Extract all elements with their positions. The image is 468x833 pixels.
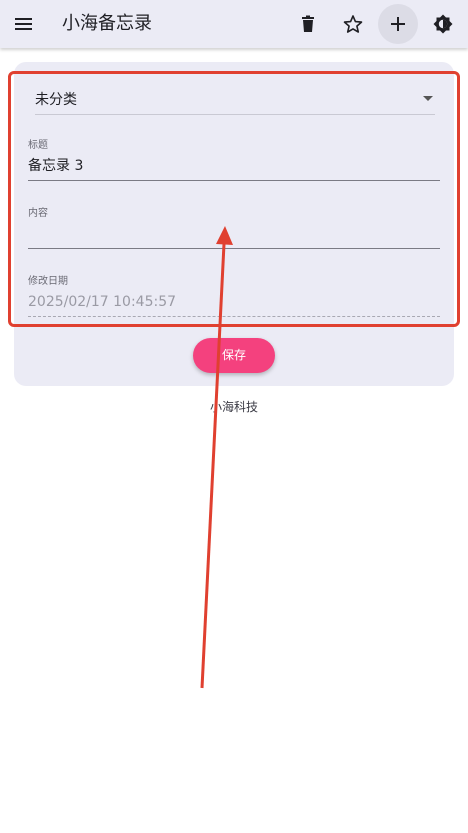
title-input[interactable]: 备忘录 3 — [28, 152, 440, 181]
title-label: 标题 — [28, 140, 48, 151]
add-icon — [391, 17, 405, 31]
category-dropdown[interactable]: 未分类 — [35, 84, 435, 115]
content-input[interactable] — [28, 220, 440, 249]
modified-date-value: 2025/02/17 10:45:57 — [28, 288, 440, 317]
menu-button[interactable] — [14, 14, 34, 34]
menu-icon — [15, 18, 32, 30]
footer-company: 小海科技 — [209, 400, 258, 414]
save-button[interactable]: 保存 — [193, 338, 275, 373]
delete-button[interactable] — [288, 4, 328, 44]
add-button[interactable] — [378, 4, 418, 44]
app-title: 小海备忘录 — [62, 13, 152, 34]
content-label: 内容 — [28, 208, 48, 219]
favorite-button[interactable] — [333, 4, 373, 44]
category-value: 未分类 — [35, 92, 77, 108]
modified-date-label: 修改日期 — [28, 276, 68, 287]
app-bar: 小海备忘录 — [0, 0, 468, 48]
dropdown-arrow-icon — [423, 96, 433, 101]
theme-toggle-button[interactable] — [423, 4, 463, 44]
delete-icon — [302, 15, 314, 32]
brightness-icon — [433, 14, 453, 34]
star-outline-icon — [343, 15, 363, 33]
